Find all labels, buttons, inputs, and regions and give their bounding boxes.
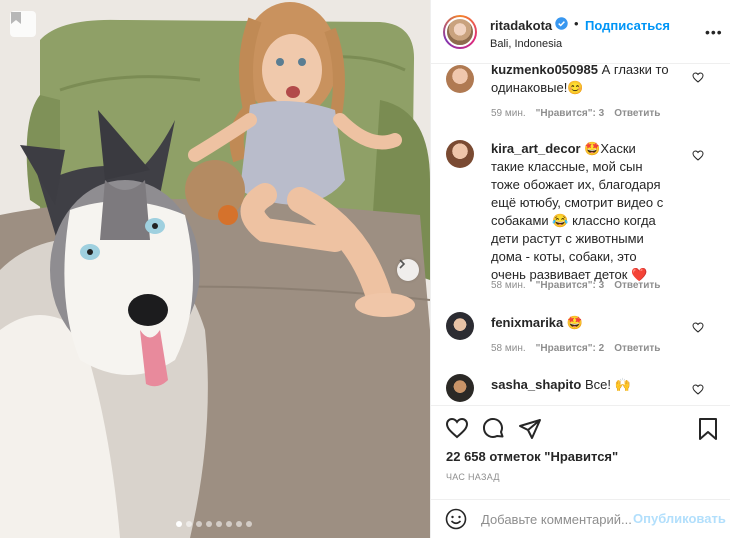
comment-bubble-icon[interactable] — [482, 417, 506, 444]
commenter-avatar[interactable] — [446, 65, 474, 93]
comment-text: sasha_shapito Все! 🙌 — [491, 376, 671, 394]
save-bookmark-icon[interactable] — [698, 417, 718, 444]
author-username[interactable]: ritadakota — [490, 18, 552, 33]
post-header: ritadakota • Подписаться Bali, Indonesia… — [431, 0, 730, 64]
carousel-dot — [226, 521, 232, 527]
comment-text: fenixmarika 🤩 — [491, 314, 671, 332]
comment-message: 🤩 — [566, 315, 584, 330]
chevron-right-icon — [399, 259, 406, 269]
comment-username[interactable]: fenixmarika — [491, 315, 563, 330]
carousel-dot — [246, 521, 252, 527]
comment-meta: 58 мин. "Нравится": 3 Ответить — [491, 280, 660, 291]
comment-message: Все! 🙌 — [584, 377, 631, 392]
emoji-smile-icon[interactable] — [445, 508, 467, 533]
post-actions: 22 658 отметок "Нравится" ЧАС НАЗАД — [431, 405, 730, 499]
comment-meta: 58 мин. "Нравится": 2 Ответить — [491, 343, 660, 354]
comment-like-heart-icon[interactable] — [692, 148, 704, 164]
commenter-avatar[interactable] — [446, 140, 474, 168]
carousel-dots — [176, 521, 252, 527]
reply-button[interactable]: Ответить — [614, 343, 660, 354]
follow-button[interactable]: Подписаться — [585, 18, 670, 33]
carousel-dot — [236, 521, 242, 527]
post-timestamp[interactable]: ЧАС НАЗАД — [446, 472, 500, 482]
like-heart-icon[interactable] — [445, 417, 469, 442]
comment-like-heart-icon[interactable] — [692, 320, 704, 336]
header-separator: • — [574, 16, 579, 31]
photo-illustration — [0, 0, 430, 538]
publish-button[interactable]: Опубликовать — [633, 511, 726, 526]
comment-input[interactable] — [481, 506, 631, 532]
carousel-dot — [186, 521, 192, 527]
post-side-panel: ritadakota • Подписаться Bali, Indonesia… — [430, 0, 730, 538]
more-options-icon[interactable]: ••• — [705, 24, 723, 40]
commenter-avatar[interactable] — [446, 374, 474, 402]
comment-text: kuzmenko050985 А глазки то одинаковые!😊 — [491, 65, 671, 97]
comment-likes[interactable]: "Нравится": 2 — [536, 343, 605, 354]
comment-username[interactable]: sasha_shapito — [491, 377, 581, 392]
comment-time[interactable]: 58 мин. — [491, 343, 526, 354]
share-send-icon[interactable] — [518, 417, 542, 444]
carousel-dot — [216, 521, 222, 527]
bookmark-icon[interactable] — [10, 11, 36, 37]
comment-time[interactable]: 59 мин. — [491, 108, 526, 119]
author-avatar[interactable] — [443, 15, 477, 49]
reply-button[interactable]: Ответить — [614, 280, 660, 291]
comment-meta: 59 мин. "Нравится": 3 Ответить — [491, 108, 660, 119]
carousel-dot — [176, 521, 182, 527]
comment-like-heart-icon[interactable] — [692, 70, 704, 86]
comment-like-heart-icon[interactable] — [692, 382, 704, 398]
comment-message: 🤩Хаски такие классные, мой сын тоже обож… — [491, 141, 664, 282]
verified-badge-icon — [555, 17, 568, 33]
reply-button[interactable]: Ответить — [614, 108, 660, 119]
comment-username[interactable]: kira_art_decor — [491, 141, 581, 156]
post-photo[interactable] — [0, 0, 430, 538]
comment-username[interactable]: kuzmenko050985 — [491, 65, 598, 77]
carousel-dot — [206, 521, 212, 527]
comment-text: kira_art_decor 🤩Хаски такие классные, мо… — [491, 140, 671, 284]
comment-likes[interactable]: "Нравится": 3 — [536, 108, 605, 119]
comment-time[interactable]: 58 мин. — [491, 280, 526, 291]
likes-count[interactable]: 22 658 отметок "Нравится" — [446, 449, 618, 464]
comment-likes[interactable]: "Нравится": 3 — [536, 280, 605, 291]
carousel-next-button[interactable] — [397, 259, 419, 281]
commenter-avatar[interactable] — [446, 312, 474, 340]
comments-list[interactable]: kuzmenko050985 А глазки то одинаковые!😊 … — [431, 65, 730, 405]
comment-composer: Опубликовать — [431, 499, 730, 538]
post-location[interactable]: Bali, Indonesia — [490, 38, 562, 50]
carousel-dot — [196, 521, 202, 527]
